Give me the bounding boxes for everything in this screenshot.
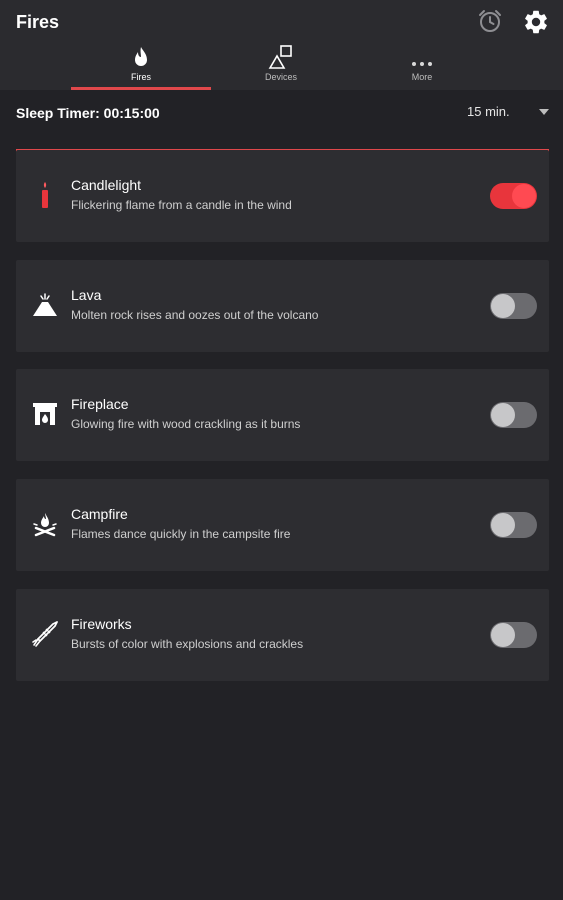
tab-devices[interactable]: Devices <box>211 40 351 90</box>
fire-card-lava[interactable]: Lava Molten rock rises and oozes out of … <box>16 260 549 352</box>
tab-label: Fires <box>131 72 151 82</box>
more-dots-icon <box>412 62 432 66</box>
fire-toggle-lava[interactable] <box>490 293 537 319</box>
tab-label: More <box>411 72 433 82</box>
fire-description: Flames dance quickly in the campsite fir… <box>71 527 291 541</box>
fire-toggle-fireworks[interactable] <box>490 622 537 648</box>
sleep-timer-bar: Sleep Timer: 00:15:00 15 min. <box>0 90 563 136</box>
fire-toggle-campfire[interactable] <box>490 512 537 538</box>
devices-icon <box>268 45 292 69</box>
toggle-thumb <box>491 403 515 427</box>
fire-description: Flickering flame from a candle in the wi… <box>71 198 292 212</box>
fire-description: Bursts of color with explosions and crac… <box>71 637 304 651</box>
sleep-timer-dropdown[interactable]: 15 min. <box>455 96 555 128</box>
fire-card-campfire[interactable]: Campfire Flames dance quickly in the cam… <box>16 479 549 571</box>
firework-rocket-icon <box>32 621 58 647</box>
campfire-icon <box>33 513 57 537</box>
toggle-thumb <box>491 623 515 647</box>
alarm-button[interactable] <box>475 6 505 36</box>
fire-title: Fireplace <box>71 396 129 412</box>
fire-description: Molten rock rises and oozes out of the v… <box>71 308 319 322</box>
fireplace-icon <box>33 403 57 425</box>
tab-fires[interactable]: Fires <box>71 40 211 90</box>
fire-title: Candlelight <box>71 177 142 193</box>
candle-icon <box>42 182 48 208</box>
tab-more[interactable]: More <box>352 40 492 90</box>
toggle-thumb <box>512 184 536 208</box>
sleep-timer-value: 15 min. <box>467 104 510 119</box>
fire-title: Fireworks <box>71 616 132 632</box>
caret-down-icon <box>539 109 549 115</box>
fire-toggle-fireplace[interactable] <box>490 402 537 428</box>
toggle-thumb <box>491 294 515 318</box>
settings-button[interactable] <box>520 6 552 38</box>
gear-icon <box>525 10 547 34</box>
alarm-clock-icon <box>479 10 501 32</box>
fire-card-fireplace[interactable]: Fireplace Glowing fire with wood crackli… <box>16 369 549 461</box>
sleep-timer-label: Sleep Timer: 00:15:00 <box>16 105 160 121</box>
toggle-thumb <box>491 513 515 537</box>
tab-bar: Fires Devices More <box>0 40 563 90</box>
fire-card-fireworks[interactable]: Fireworks Bursts of color with explosion… <box>16 589 549 681</box>
app-bar: Fires Fires Devices More <box>0 0 563 90</box>
app-title: Fires <box>16 12 60 32</box>
fire-toggle-candlelight[interactable] <box>490 183 537 209</box>
fire-title: Lava <box>71 287 102 303</box>
fire-title: Campfire <box>71 506 128 522</box>
tab-label: Devices <box>264 72 297 82</box>
flame-icon <box>135 47 147 66</box>
fire-card-candlelight[interactable]: Candlelight Flickering flame from a cand… <box>16 150 549 242</box>
fire-description: Glowing fire with wood crackling as it b… <box>71 417 301 431</box>
volcano-icon <box>33 293 57 316</box>
